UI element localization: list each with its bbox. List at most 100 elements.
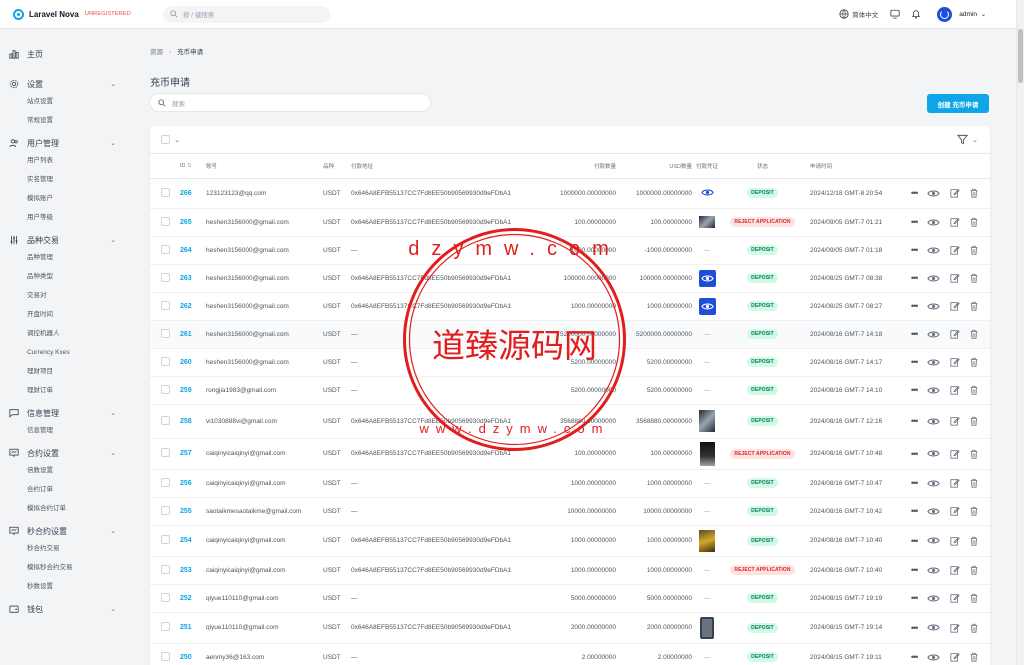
row-id[interactable]: 263 [180, 264, 206, 293]
sidebar-messages[interactable]: 信息管理 ⌄ [0, 405, 130, 421]
view-icon[interactable] [927, 246, 940, 255]
view-icon[interactable] [927, 536, 940, 545]
edit-icon[interactable] [949, 416, 960, 426]
sidebar-item[interactable]: 模拟账户 [0, 189, 130, 208]
table-row[interactable]: 260 heshen3156000@gmail.com USDT —5200.0000… [150, 348, 990, 377]
edit-icon[interactable] [949, 217, 960, 227]
table-row[interactable]: 257 caiqinyicaiqinyi@gmail.com USDT 0x646A8… [150, 438, 990, 470]
sidebar-item[interactable]: 站点设置 [0, 92, 130, 111]
edit-icon[interactable] [949, 565, 960, 575]
edit-icon[interactable] [949, 506, 960, 516]
more-actions-icon[interactable]: ••• [911, 357, 919, 367]
row-id[interactable]: 264 [180, 236, 206, 265]
trash-icon[interactable] [969, 245, 979, 255]
row-checkbox[interactable] [161, 592, 170, 602]
edit-icon[interactable] [949, 301, 960, 311]
row-id[interactable]: 251 [180, 612, 206, 644]
proof-image[interactable] [699, 441, 715, 466]
trash-icon[interactable] [969, 623, 979, 633]
app-logo[interactable]: Laravel Nova UNREGISTERED [13, 8, 149, 20]
more-actions-icon[interactable]: ••• [911, 478, 919, 488]
edit-icon[interactable] [949, 245, 960, 255]
row-id[interactable]: 260 [180, 348, 206, 377]
global-search-input[interactable]: 按 / 键搜索 [163, 5, 330, 23]
filter-button[interactable]: ⌄ [957, 134, 978, 145]
row-id[interactable]: 255 [180, 497, 206, 526]
more-actions-icon[interactable]: ••• [911, 188, 919, 198]
trash-icon[interactable] [969, 536, 979, 546]
trash-icon[interactable] [969, 385, 979, 395]
row-id[interactable]: 262 [180, 292, 206, 321]
row-id[interactable]: 252 [180, 584, 206, 613]
create-deposit-button[interactable]: 创建 充币申请 [927, 94, 989, 113]
sidebar-home[interactable]: 主页 [0, 46, 130, 62]
column-header-id[interactable]: ID ⇅ [180, 154, 206, 179]
user-menu[interactable]: admin ⌄ [937, 6, 986, 22]
row-id[interactable]: 259 [180, 376, 206, 405]
desktop-icon[interactable] [890, 9, 900, 19]
row-checkbox[interactable] [161, 535, 170, 544]
more-actions-icon[interactable]: ••• [911, 273, 919, 283]
page-scrollbar[interactable] [1016, 0, 1024, 665]
trash-icon[interactable] [969, 416, 979, 426]
view-icon[interactable] [927, 653, 940, 662]
trash-icon[interactable] [969, 478, 979, 488]
table-row[interactable]: 253 caiqinyicaiqinyi@gmail.com USDT 0x646A8… [150, 556, 990, 585]
resource-search-input[interactable]: 搜索 [150, 94, 430, 111]
proof-image[interactable] [699, 410, 715, 432]
edit-icon[interactable] [949, 273, 960, 283]
sidebar-item[interactable]: 用户列表 [0, 151, 130, 170]
proof-image[interactable] [699, 529, 715, 552]
table-row[interactable]: 258 vi1030888vi@gmail.com USDT 0x646A8EFB55… [150, 404, 990, 439]
trash-icon[interactable] [969, 217, 979, 227]
row-checkbox[interactable] [161, 448, 170, 457]
proof-image[interactable] [699, 216, 715, 228]
row-checkbox[interactable] [161, 328, 170, 338]
more-actions-icon[interactable]: ••• [911, 217, 919, 227]
language-switcher[interactable]: 简体中文 [839, 9, 878, 19]
edit-icon[interactable] [949, 329, 960, 339]
more-actions-icon[interactable]: ••• [911, 536, 919, 546]
view-icon[interactable] [927, 594, 940, 603]
sidebar-item[interactable]: 秒合约交易 [0, 539, 130, 558]
sidebar-item[interactable]: 模拟秒合约交易 [0, 558, 130, 577]
row-id[interactable]: 256 [180, 469, 206, 498]
row-checkbox[interactable] [161, 187, 170, 197]
more-actions-icon[interactable]: ••• [911, 565, 919, 575]
table-row[interactable]: 263 heshen3156000@gmail.com USDT 0x646A8EFB… [150, 264, 990, 293]
trash-icon[interactable] [969, 593, 979, 603]
view-icon[interactable] [927, 302, 940, 311]
row-id[interactable]: 253 [180, 556, 206, 585]
row-checkbox[interactable] [161, 384, 170, 394]
sidebar-item[interactable]: 用户等级 [0, 208, 130, 227]
view-icon[interactable] [927, 189, 940, 198]
more-actions-icon[interactable]: ••• [911, 245, 919, 255]
table-row[interactable]: 255 saotaikmesaotaikme@gmail.com USDT —1000… [150, 497, 990, 526]
sidebar-trading[interactable]: 品种交易 ⌄ [0, 232, 130, 248]
scrollbar-thumb[interactable] [1018, 29, 1023, 83]
row-id[interactable]: 257 [180, 438, 206, 470]
view-icon[interactable] [927, 623, 940, 632]
row-checkbox[interactable] [161, 505, 170, 515]
sidebar-item[interactable]: 交易对 [0, 286, 130, 305]
bell-icon[interactable] [911, 9, 921, 19]
edit-icon[interactable] [949, 449, 960, 459]
trash-icon[interactable] [969, 329, 979, 339]
sidebar-item[interactable]: 倍数设置 [0, 461, 130, 480]
edit-icon[interactable] [949, 536, 960, 546]
sidebar-item[interactable]: 理财项目 [0, 362, 130, 381]
table-row[interactable]: 264 heshen3156000@gmail.com USDT — -1000.000… [150, 236, 990, 265]
breadcrumb-root[interactable]: 资源 [150, 49, 163, 56]
sidebar-item[interactable]: 品种类型 [0, 267, 130, 286]
sidebar-users[interactable]: 用户管理 ⌄ [0, 135, 130, 151]
view-icon[interactable] [927, 479, 940, 488]
row-checkbox[interactable] [161, 477, 170, 487]
table-row[interactable]: 254 caiqinyicaiqinyi@gmail.com USDT 0x646A8… [150, 525, 990, 557]
row-id[interactable]: 261 [180, 320, 206, 349]
sidebar-item[interactable]: 品种管理 [0, 248, 130, 267]
row-checkbox[interactable] [161, 564, 170, 574]
sidebar-item[interactable]: 调控机器人 [0, 324, 130, 343]
view-icon[interactable] [927, 449, 940, 458]
view-icon[interactable] [927, 358, 940, 367]
sidebar-item[interactable]: 理财订单 [0, 381, 130, 400]
